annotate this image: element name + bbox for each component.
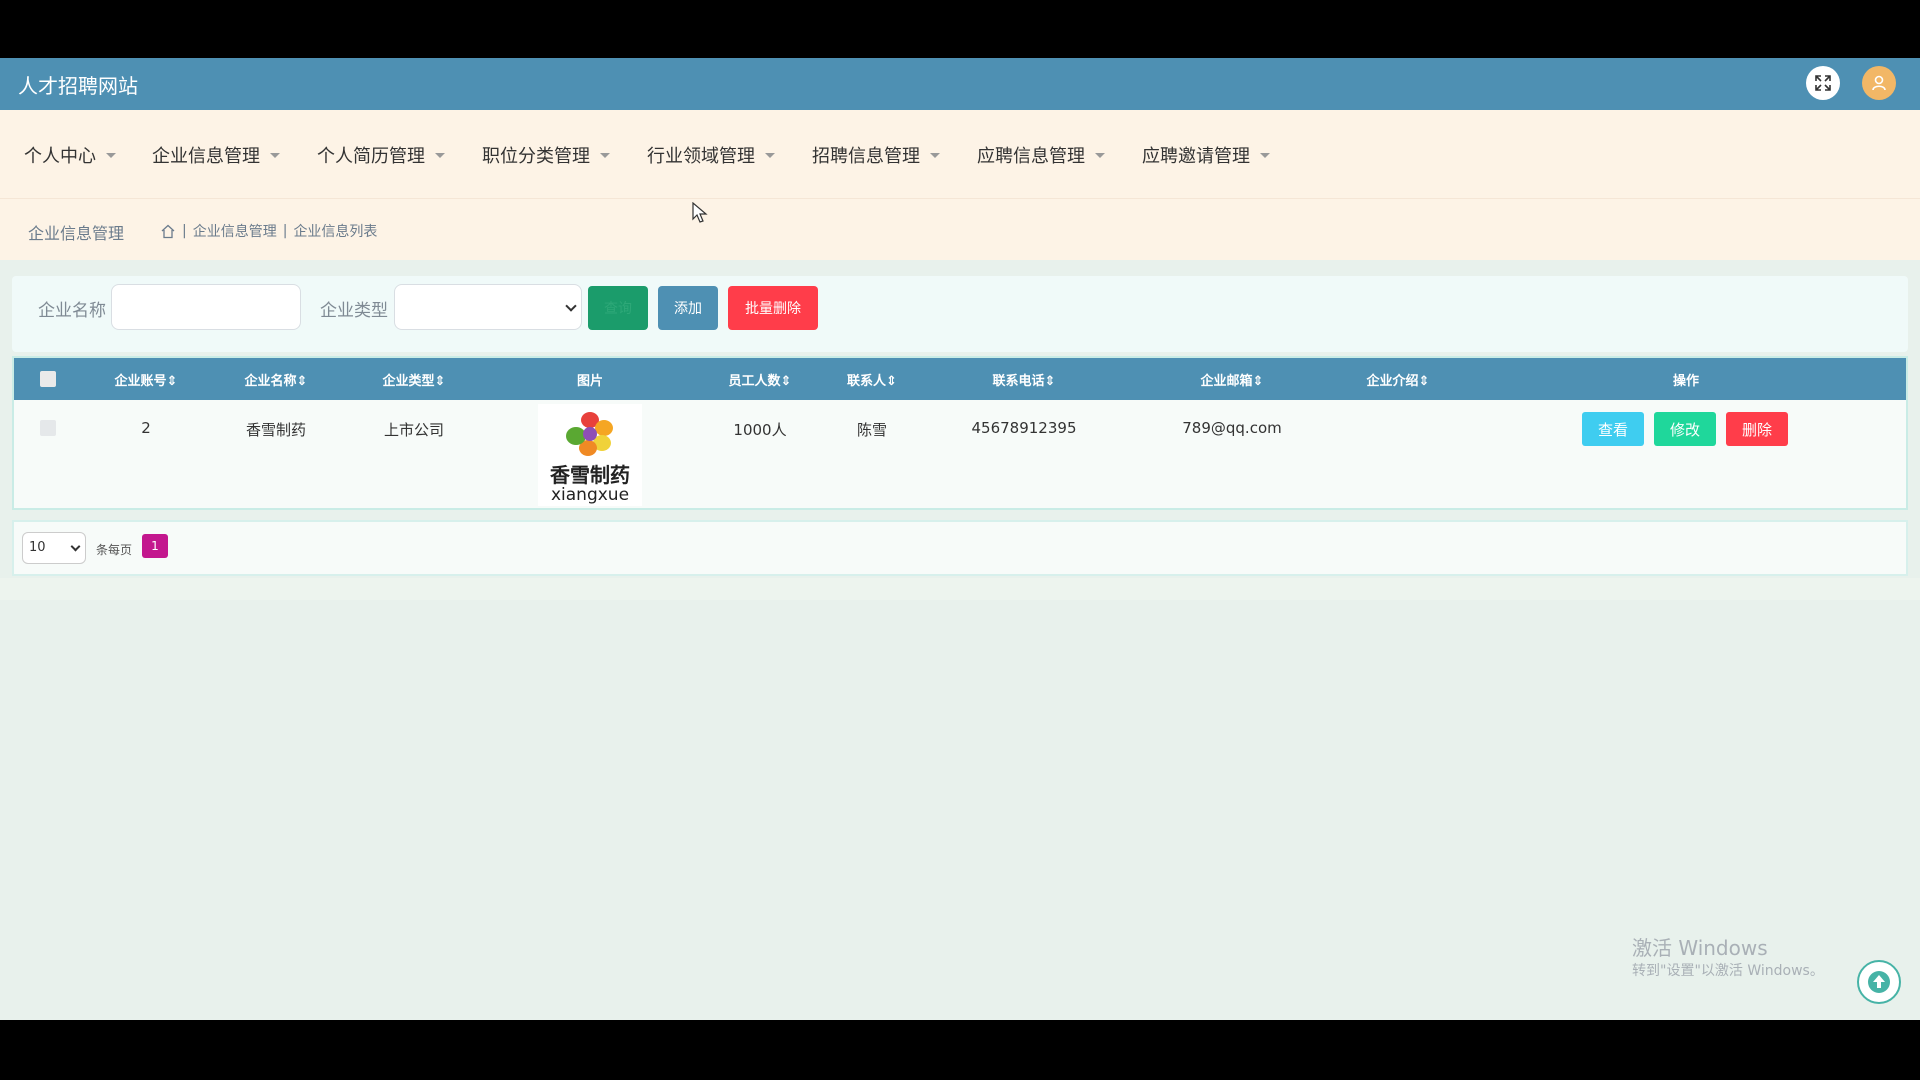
edit-button[interactable]: 修改 bbox=[1654, 412, 1716, 446]
header-name[interactable]: 企业名称⇕ bbox=[245, 370, 308, 389]
search-button[interactable]: 查询 bbox=[588, 286, 648, 330]
menu-label: 个人简历管理 bbox=[317, 146, 425, 167]
header-employees[interactable]: 员工人数⇕ bbox=[729, 370, 792, 389]
main-menu: 个人中心 企业信息管理 个人简历管理 职位分类管理 行业领域管理 招聘信息管理 … bbox=[0, 110, 1920, 198]
caret-down-icon bbox=[1095, 152, 1105, 158]
page-title: 企业信息管理 bbox=[28, 224, 125, 243]
cell-account: 2 bbox=[141, 419, 151, 437]
menu-recruitment[interactable]: 招聘信息管理 bbox=[812, 142, 940, 168]
caret-down-icon bbox=[106, 152, 116, 158]
cell-type: 上市公司 bbox=[383, 421, 445, 439]
menu-label: 应聘邀请管理 bbox=[1142, 146, 1250, 167]
header-contact[interactable]: 联系人⇕ bbox=[847, 370, 897, 389]
breadcrumb-item: 企业信息列表 bbox=[293, 224, 378, 240]
breadcrumb-separator: | bbox=[182, 223, 187, 239]
user-avatar-button[interactable] bbox=[1862, 66, 1896, 100]
svg-text:xiangxue: xiangxue bbox=[551, 485, 629, 505]
menu-label: 应聘信息管理 bbox=[977, 146, 1085, 167]
activation-watermark-title: 激活 Windows bbox=[1632, 936, 1768, 960]
breadcrumb-item[interactable]: 企业信息管理 bbox=[193, 221, 277, 241]
per-page-label: 条每页 bbox=[96, 543, 133, 557]
site-title: 人才招聘网站 bbox=[18, 74, 138, 98]
search-panel: 企业名称 企业类型 查询 添加 批量删除 bbox=[12, 276, 1908, 352]
pagination: 10 条每页 1 bbox=[12, 520, 1908, 576]
home-icon[interactable] bbox=[160, 224, 176, 239]
cell-name: 香雪制药 bbox=[245, 421, 307, 439]
header-email[interactable]: 企业邮箱⇕ bbox=[1201, 370, 1264, 389]
company-type-label: 企业类型 bbox=[320, 301, 388, 321]
menu-label: 职位分类管理 bbox=[482, 146, 590, 167]
page-size-select[interactable]: 10 bbox=[22, 532, 86, 564]
add-button[interactable]: 添加 bbox=[658, 286, 718, 330]
top-header: 人才招聘网站 bbox=[0, 58, 1920, 110]
menu-application[interactable]: 应聘信息管理 bbox=[977, 142, 1105, 168]
caret-down-icon bbox=[930, 152, 940, 158]
caret-down-icon bbox=[765, 152, 775, 158]
activation-watermark-subtitle: 转到"设置"以激活 Windows。 bbox=[1632, 963, 1824, 979]
menu-label: 行业领域管理 bbox=[647, 146, 755, 167]
caret-down-icon bbox=[435, 152, 445, 158]
menu-personal-center[interactable]: 个人中心 bbox=[24, 142, 116, 168]
company-table: 企业账号⇕ 企业名称⇕ 企业类型⇕ 图片 员工人数⇕ 联系人⇕ 联系电话⇕ 企业… bbox=[12, 356, 1908, 510]
breadcrumb: 企业信息管理 | 企业信息管理 | 企业信息列表 bbox=[0, 198, 1920, 260]
company-logo-image: 香雪制药 xiangxue bbox=[538, 404, 642, 506]
header-actions: 操作 bbox=[1672, 374, 1700, 389]
back-to-top-button[interactable] bbox=[1857, 960, 1901, 1004]
menu-label: 招聘信息管理 bbox=[812, 146, 920, 167]
page-number-button[interactable]: 1 bbox=[142, 534, 168, 558]
chevron-down-icon bbox=[70, 541, 81, 552]
chevron-down-icon bbox=[565, 300, 577, 312]
header-type[interactable]: 企业类型⇕ bbox=[383, 370, 446, 389]
cell-email: 789@qq.com bbox=[1182, 419, 1282, 437]
table-header: 企业账号⇕ 企业名称⇕ 企业类型⇕ 图片 员工人数⇕ 联系人⇕ 联系电话⇕ 企业… bbox=[14, 358, 1906, 400]
cell-phone: 45678912395 bbox=[971, 419, 1077, 437]
breadcrumb-trail: | 企业信息管理 | 企业信息列表 bbox=[160, 221, 377, 241]
row-checkbox[interactable] bbox=[40, 420, 56, 436]
app-window: 人才招聘网站 个人中心 企业信息管理 个人简历管理 职位分类管理 行业领域管理 bbox=[0, 58, 1920, 1020]
breadcrumb-separator: | bbox=[282, 223, 288, 239]
user-icon bbox=[1872, 75, 1886, 91]
company-logo: 香雪制药 xiangxue bbox=[550, 412, 630, 505]
caret-down-icon bbox=[270, 152, 280, 158]
delete-button[interactable]: 删除 bbox=[1726, 412, 1788, 446]
cell-employees: 1000人 bbox=[733, 421, 787, 439]
menu-industry[interactable]: 行业领域管理 bbox=[647, 142, 775, 168]
expand-icon bbox=[1815, 75, 1831, 91]
screen: 人才招聘网站 个人中心 企业信息管理 个人简历管理 职位分类管理 行业领域管理 bbox=[0, 0, 1920, 1080]
view-button[interactable]: 查看 bbox=[1582, 412, 1644, 446]
caret-down-icon bbox=[600, 152, 610, 158]
arrow-up-icon bbox=[1868, 971, 1890, 993]
company-name-input[interactable] bbox=[111, 284, 301, 330]
menu-label: 个人中心 bbox=[24, 146, 96, 167]
header-image: 图片 bbox=[576, 374, 604, 389]
menu-job-category[interactable]: 职位分类管理 bbox=[482, 142, 610, 168]
svg-text:香雪制药: 香雪制药 bbox=[550, 463, 630, 487]
header-phone[interactable]: 联系电话⇕ bbox=[993, 370, 1056, 389]
select-all-checkbox[interactable] bbox=[40, 371, 56, 387]
batch-delete-button[interactable]: 批量删除 bbox=[728, 286, 818, 330]
menu-label: 企业信息管理 bbox=[152, 146, 260, 167]
header-account[interactable]: 企业账号⇕ bbox=[115, 370, 178, 389]
company-type-select[interactable] bbox=[394, 284, 582, 330]
content-footer-band bbox=[0, 578, 1920, 600]
header-intro[interactable]: 企业介绍⇕ bbox=[1367, 370, 1430, 389]
fullscreen-button[interactable] bbox=[1806, 66, 1840, 100]
company-name-label: 企业名称 bbox=[38, 301, 106, 321]
menu-invitation[interactable]: 应聘邀请管理 bbox=[1142, 142, 1270, 168]
menu-company-info[interactable]: 企业信息管理 bbox=[152, 142, 280, 168]
page-size-value: 10 bbox=[29, 540, 46, 555]
caret-down-icon bbox=[1260, 152, 1270, 158]
mouse-cursor-icon bbox=[692, 202, 708, 223]
cell-contact: 陈雪 bbox=[856, 421, 888, 439]
menu-resume[interactable]: 个人简历管理 bbox=[317, 142, 445, 168]
